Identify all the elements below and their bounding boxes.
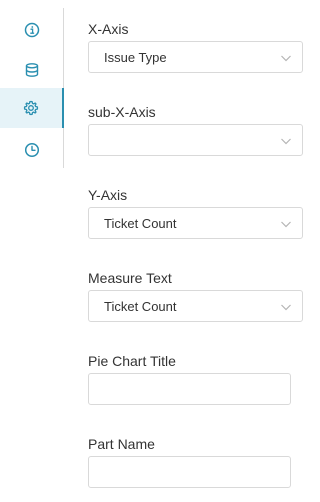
sidebar-item-history[interactable]	[0, 130, 63, 170]
chevron-down-icon	[281, 304, 291, 311]
clock-icon	[24, 142, 39, 158]
chevron-down-icon	[281, 138, 291, 145]
chevron-down-icon	[281, 221, 291, 228]
gear-icon	[23, 100, 39, 116]
sidebar-item-info[interactable]	[0, 10, 63, 50]
part-name-input[interactable]	[88, 456, 291, 488]
sidebar	[0, 8, 64, 168]
settings-panel: X-Axis Issue Type sub-X-Axis Y-Axis Tick…	[0, 0, 315, 502]
sidebar-item-settings[interactable]	[0, 88, 64, 128]
sub-x-axis-label: sub-X-Axis	[88, 104, 156, 120]
y-axis-label: Y-Axis	[88, 187, 128, 203]
y-axis-select[interactable]: Ticket Count	[88, 207, 303, 239]
measure-text-select-value: Ticket Count	[104, 299, 177, 314]
part-name-label: Part Name	[88, 436, 155, 452]
sub-x-axis-select[interactable]	[88, 124, 303, 156]
pie-chart-title-input[interactable]	[88, 373, 291, 405]
database-icon	[25, 63, 38, 77]
x-axis-select[interactable]: Issue Type	[88, 41, 303, 73]
measure-text-select[interactable]: Ticket Count	[88, 290, 303, 322]
y-axis-select-value: Ticket Count	[104, 216, 177, 231]
measure-text-label: Measure Text	[88, 270, 172, 286]
chevron-down-icon	[281, 55, 291, 62]
sidebar-item-data[interactable]	[0, 50, 63, 90]
x-axis-label: X-Axis	[88, 21, 129, 37]
x-axis-select-value: Issue Type	[104, 50, 167, 65]
pie-chart-title-label: Pie Chart Title	[88, 353, 176, 369]
info-icon	[24, 22, 39, 38]
